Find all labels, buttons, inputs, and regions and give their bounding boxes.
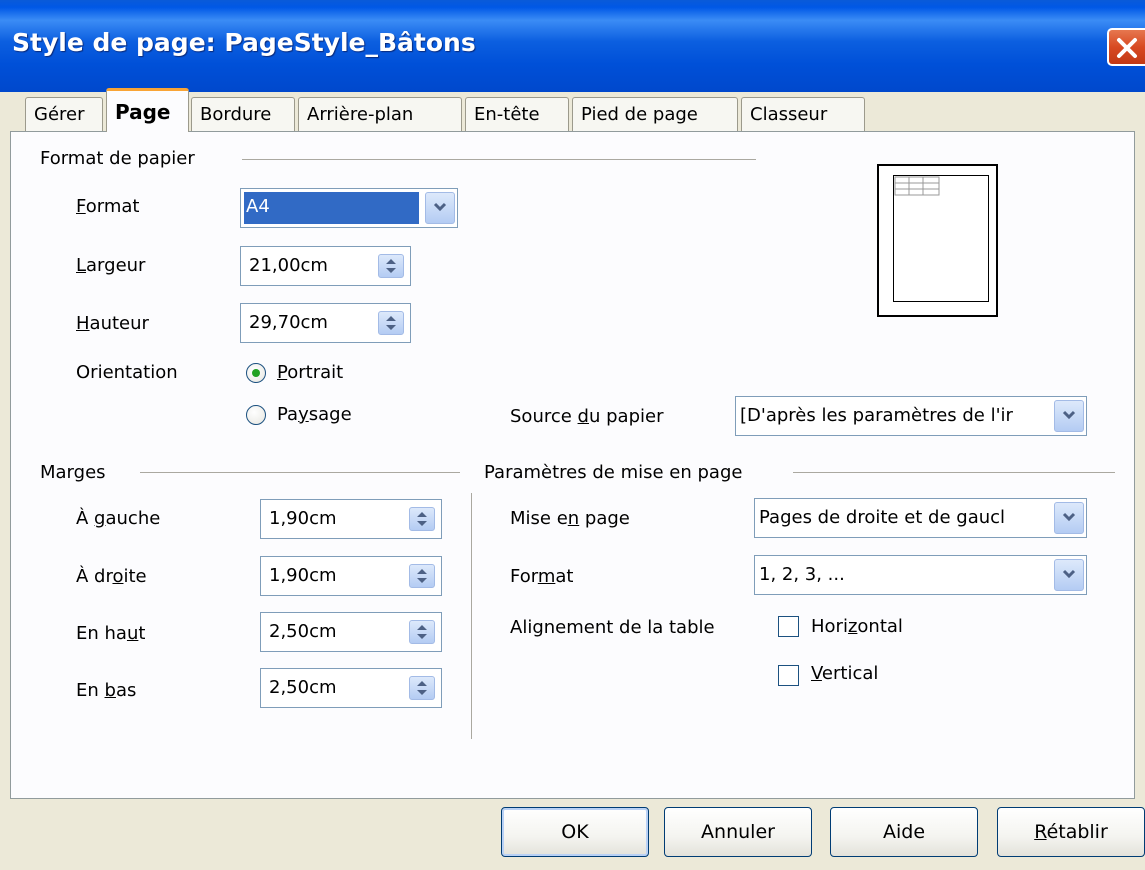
tab-classeur[interactable]: Classeur [741, 97, 865, 131]
title-bar[interactable]: Style de page: PageStyle_Bâtons [0, 0, 1145, 92]
margin-right-value: 1,90cm [269, 565, 337, 586]
numbering-format-select[interactable]: 1, 2, 3, ... [754, 555, 1087, 595]
radio-selected-dot [252, 369, 260, 377]
page-layout-dropdown-button[interactable] [1054, 502, 1084, 534]
tab-gerer[interactable]: Gérer [25, 97, 103, 131]
width-value: 21,00cm [249, 255, 328, 276]
height-value: 29,70cm [249, 312, 328, 333]
margin-left-spin-buttons[interactable] [409, 507, 435, 531]
tab-pied-de-page[interactable]: Pied de page [572, 97, 738, 131]
margins-layout-divider [471, 493, 472, 739]
paper-format-separator [242, 159, 756, 160]
margin-top-spin-buttons[interactable] [409, 620, 435, 644]
format-select[interactable]: A4 [240, 188, 458, 228]
margin-top-value: 2,50cm [269, 621, 337, 642]
table-preview-icon [894, 176, 940, 196]
window-title: Style de page: PageStyle_Bâtons [12, 28, 476, 57]
close-button[interactable] [1107, 28, 1145, 66]
width-label: Largeur [76, 255, 146, 276]
tab-en-tete[interactable]: En-tête [465, 97, 569, 131]
layout-group-title: Paramètres de mise en page [484, 462, 743, 483]
margin-right-spin-buttons[interactable] [409, 564, 435, 588]
margin-right-spinbox[interactable]: 1,90cm [260, 556, 442, 596]
paper-source-select[interactable]: [D'après les paramètres de l'ir [735, 396, 1087, 436]
margins-separator [140, 472, 460, 473]
format-label: Format [76, 196, 140, 217]
format-select-value: A4 [244, 192, 419, 224]
format-dropdown-button[interactable] [425, 192, 455, 224]
landscape-label[interactable]: Paysage [277, 404, 352, 425]
width-spinbox[interactable]: 21,00cm [240, 246, 411, 286]
layout-separator [793, 472, 1115, 473]
height-label: Hauteur [76, 313, 149, 334]
help-button[interactable]: Aide [830, 807, 978, 857]
margins-group-title: Marges [40, 462, 106, 483]
width-spin-buttons[interactable] [378, 254, 404, 278]
margin-bottom-value: 2,50cm [269, 677, 337, 698]
height-spin-buttons[interactable] [378, 311, 404, 335]
margin-left-value: 1,90cm [269, 508, 337, 529]
tab-arriere-plan[interactable]: Arrière-plan [298, 97, 462, 131]
landscape-radio[interactable] [246, 405, 266, 425]
ok-button[interactable]: OK [501, 807, 649, 857]
margin-bottom-spin-buttons[interactable] [409, 676, 435, 700]
paper-format-group-title: Format de papier [40, 148, 195, 169]
portrait-radio[interactable] [246, 363, 266, 383]
table-alignment-label: Alignement de la table [510, 617, 715, 638]
vertical-checkbox[interactable] [778, 665, 799, 686]
paper-source-dropdown-button[interactable] [1054, 400, 1084, 432]
paper-source-label: Source du papier [510, 406, 664, 427]
horizontal-checkbox[interactable] [778, 616, 799, 637]
portrait-label[interactable]: Portrait [277, 362, 343, 383]
margin-top-spinbox[interactable]: 2,50cm [260, 612, 442, 652]
margin-bottom-label: En bas [76, 680, 137, 701]
orientation-label: Orientation [76, 362, 178, 383]
page-layout-value: Pages de droite et de gaucl [759, 507, 1006, 528]
margin-top-label: En haut [76, 623, 146, 644]
paper-source-value: [D'après les paramètres de l'ir [740, 405, 1013, 426]
margin-right-label: À droite [76, 566, 147, 587]
numbering-format-label: Format [510, 566, 574, 587]
margin-left-spinbox[interactable]: 1,90cm [260, 499, 442, 539]
page-layout-select[interactable]: Pages de droite et de gaucl [754, 498, 1087, 538]
margin-left-label: À gauche [76, 508, 161, 529]
reset-button[interactable]: Rétablir [997, 807, 1145, 857]
margin-bottom-spinbox[interactable]: 2,50cm [260, 668, 442, 708]
tab-page[interactable]: Page [106, 88, 189, 132]
cancel-button[interactable]: Annuler [664, 807, 812, 857]
numbering-format-dropdown-button[interactable] [1054, 559, 1084, 591]
layout-label: Mise en page [510, 508, 630, 529]
height-spinbox[interactable]: 29,70cm [240, 303, 411, 343]
horizontal-label[interactable]: Horizontal [811, 616, 903, 637]
tab-bordure[interactable]: Bordure [191, 97, 295, 131]
format-label-rest: ormat [85, 196, 140, 217]
numbering-format-value: 1, 2, 3, ... [759, 564, 845, 585]
vertical-label[interactable]: Vertical [811, 663, 878, 684]
